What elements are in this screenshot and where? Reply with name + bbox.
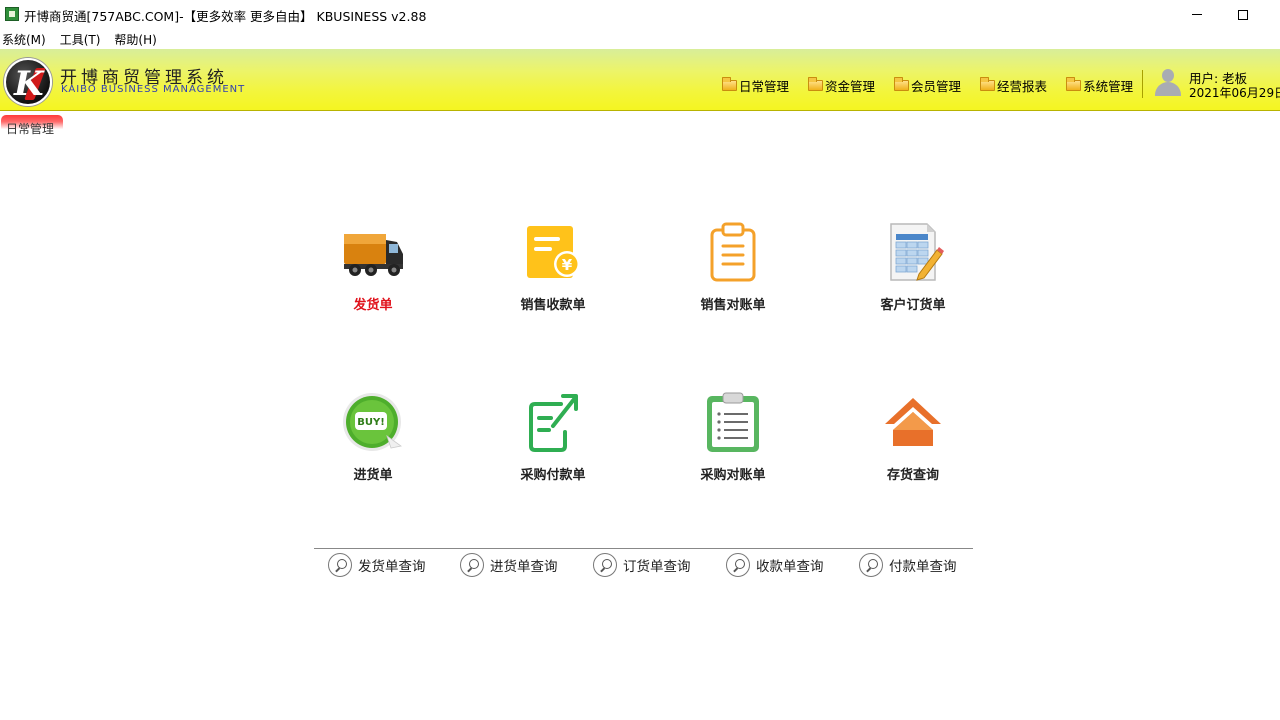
tile-label: 发货单 — [353, 298, 393, 313]
delivery-truck-icon — [341, 220, 405, 284]
tile-sales-receipt[interactable]: ¥ 销售收款单 — [493, 220, 613, 313]
folder-icon — [808, 77, 824, 91]
user-avatar-icon — [1153, 66, 1183, 96]
buy-purchase-icon: BUY! — [341, 390, 405, 454]
inventory-house-icon — [881, 390, 945, 454]
search-icon — [726, 553, 750, 577]
query-payment[interactable]: 付款单查询 — [859, 553, 957, 577]
nav-label: 系统管理 — [1083, 79, 1134, 94]
window-title: 开博商贸通[757ABC.COM]-【更多效率 更多自由】 KBUSINESS … — [24, 9, 427, 24]
query-delivery-order[interactable]: 发货单查询 — [328, 553, 426, 577]
query-receipt[interactable]: 收款单查询 — [726, 553, 824, 577]
search-icon — [328, 553, 352, 577]
tile-inventory-query[interactable]: 存货查询 — [853, 390, 973, 483]
minimize-icon — [1192, 14, 1202, 15]
folder-icon — [980, 77, 996, 91]
query-label: 付款单查询 — [889, 559, 957, 575]
query-customer-order[interactable]: 订货单查询 — [593, 553, 691, 577]
purchase-statement-icon — [701, 390, 765, 454]
tile-label: 采购对账单 — [700, 468, 766, 483]
tab-daily-management[interactable]: 日常管理 — [1, 115, 63, 136]
tile-purchase-order[interactable]: BUY! 进货单 — [313, 390, 433, 483]
query-divider — [314, 548, 973, 549]
nav-label: 经营报表 — [997, 79, 1048, 94]
top-nav: 日常管理 资金管理 会员管理 经营报表 系统管理 — [722, 76, 1152, 95]
menu-tools[interactable]: 工具(T) — [58, 31, 108, 48]
menu-help[interactable]: 帮助(H) — [112, 31, 163, 48]
query-purchase-order[interactable]: 进货单查询 — [460, 553, 558, 577]
search-icon — [593, 553, 617, 577]
nav-fund-management[interactable]: 资金管理 — [808, 76, 875, 95]
tile-label: 客户订货单 — [880, 298, 946, 313]
date-label: 2021年06月29日 星 — [1189, 86, 1280, 100]
maximize-icon — [1238, 9, 1248, 20]
customer-order-icon — [881, 220, 945, 284]
query-label: 订货单查询 — [623, 559, 691, 575]
svg-text:BUY!: BUY! — [357, 417, 385, 428]
tile-label: 采购付款单 — [520, 468, 586, 483]
tile-label: 销售对账单 — [700, 298, 766, 313]
nav-divider — [1142, 70, 1143, 98]
tile-purchase-statement[interactable]: 采购对账单 — [673, 390, 793, 483]
nav-member-management[interactable]: 会员管理 — [894, 76, 961, 95]
tile-sales-statement[interactable]: 销售对账单 — [673, 220, 793, 313]
tile-customer-order[interactable]: 客户订货单 — [853, 220, 973, 313]
nav-label: 日常管理 — [739, 79, 790, 94]
tile-purchase-payment[interactable]: 采购付款单 — [493, 390, 613, 483]
query-label: 收款单查询 — [756, 559, 824, 575]
nav-label: 资金管理 — [825, 79, 876, 94]
app-icon — [5, 7, 19, 21]
menu-system[interactable]: 系统(M) — [0, 31, 53, 48]
nav-system-management[interactable]: 系统管理 — [1066, 76, 1133, 95]
folder-icon — [722, 77, 737, 91]
folder-icon — [894, 77, 910, 91]
sales-receipt-icon: ¥ — [521, 220, 585, 284]
search-icon — [460, 553, 484, 577]
nav-daily-management[interactable]: 日常管理 — [722, 76, 789, 95]
sales-statement-icon — [701, 220, 765, 284]
brand-name-en: KAIBO BUSINESS MANAGEMENT — [61, 84, 246, 95]
query-label: 发货单查询 — [358, 559, 426, 575]
search-icon — [859, 553, 883, 577]
purchase-payment-icon — [521, 390, 585, 454]
tile-label: 进货单 — [353, 468, 393, 483]
folder-icon — [1066, 77, 1082, 91]
nav-business-reports[interactable]: 经营报表 — [980, 76, 1047, 95]
logo: K — [4, 58, 52, 106]
tile-label: 销售收款单 — [520, 298, 586, 313]
minimize-button[interactable] — [1174, 0, 1220, 29]
tile-label: 存货查询 — [886, 468, 939, 483]
tile-delivery-order[interactable]: 发货单 — [313, 220, 433, 313]
app-header: K 开博商贸管理系统 KAIBO BUSINESS MANAGEMENT 日常管… — [0, 49, 1280, 111]
title-bar: 开博商贸通[757ABC.COM]-【更多效率 更多自由】 KBUSINESS … — [0, 0, 1280, 29]
svg-text:¥: ¥ — [562, 256, 573, 274]
maximize-button[interactable] — [1220, 0, 1266, 29]
query-label: 进货单查询 — [490, 559, 558, 575]
nav-label: 会员管理 — [911, 79, 962, 94]
logo-letter: K — [14, 64, 44, 104]
menu-bar: 系统(M) 工具(T) 帮助(H) — [0, 29, 1280, 49]
